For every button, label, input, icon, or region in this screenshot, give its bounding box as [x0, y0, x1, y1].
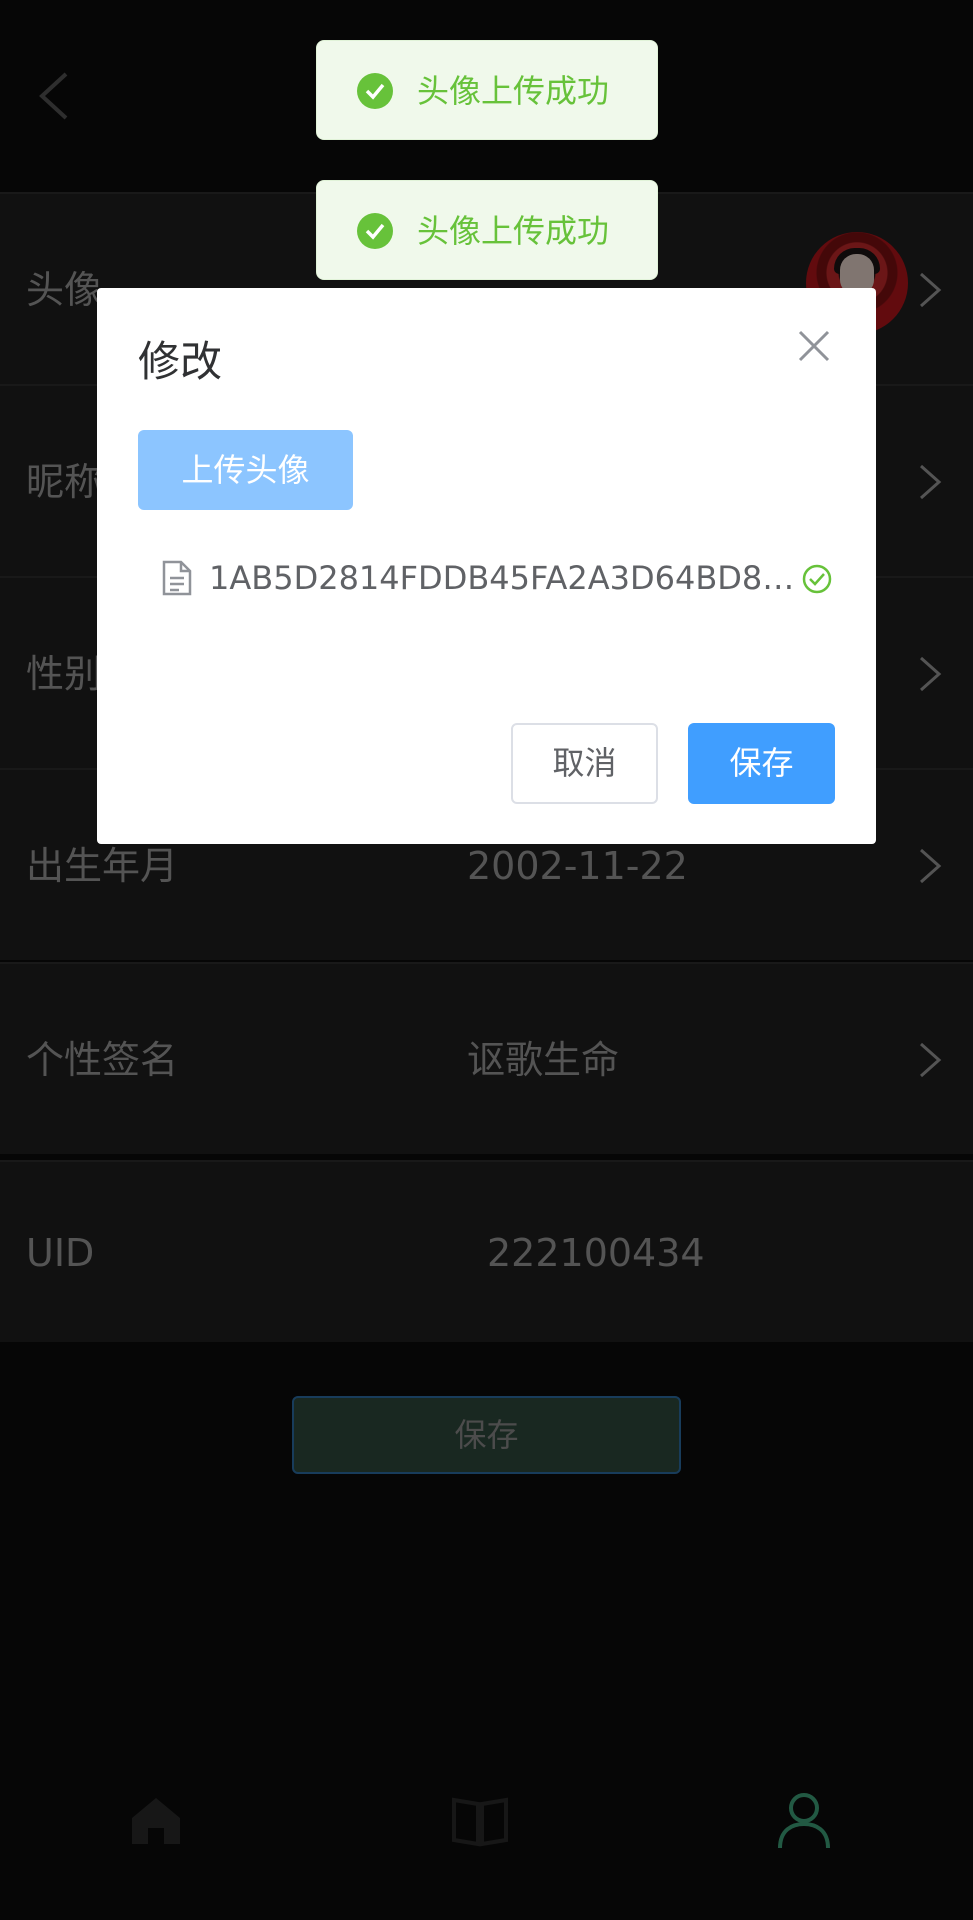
- file-name: 1AB5D2814FDDB45FA2A3D64BD8157E...: [209, 559, 809, 597]
- dialog-title: 修改: [138, 337, 223, 386]
- save-button[interactable]: 保存: [688, 723, 835, 804]
- edit-avatar-dialog: 修改 上传头像 1AB5D2814FDDB45FA2A3D64BD8157E..…: [97, 288, 876, 844]
- profile-edit-screen: 头像 昵称 性别 出生年月 2002-11-22 个性签名 讴歌生命 UID 2…: [0, 0, 973, 1920]
- success-toast: 头像上传成功: [316, 180, 658, 280]
- close-button[interactable]: [796, 328, 832, 364]
- cancel-button[interactable]: 取消: [511, 723, 658, 804]
- close-icon: [798, 330, 830, 362]
- upload-success-icon: [802, 564, 832, 594]
- check-circle-icon: [357, 213, 393, 249]
- uploaded-file-item[interactable]: 1AB5D2814FDDB45FA2A3D64BD8157E...: [161, 550, 857, 606]
- toast-message: 头像上传成功: [417, 212, 610, 250]
- document-icon: [162, 560, 192, 596]
- toast-message: 头像上传成功: [417, 72, 610, 110]
- upload-avatar-button[interactable]: 上传头像: [138, 430, 353, 510]
- success-toast: 头像上传成功: [316, 40, 658, 140]
- check-circle-icon: [357, 73, 393, 109]
